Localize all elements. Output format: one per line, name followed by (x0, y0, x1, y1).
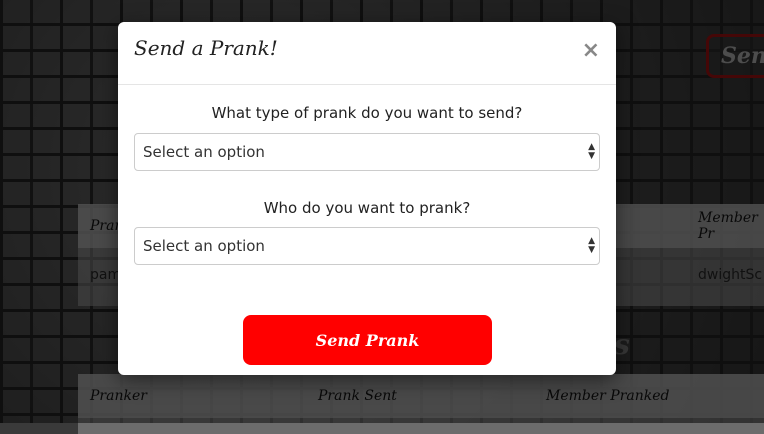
prank-type-select[interactable]: Select an option ▲ ▼ (134, 133, 600, 171)
modal-header: Send a Prank! × (118, 22, 616, 85)
send-prank-button[interactable]: Send Prank (243, 315, 492, 365)
target-selected: Select an option (143, 237, 265, 255)
prank-type-selected: Select an option (143, 143, 265, 161)
close-icon[interactable]: × (582, 38, 600, 63)
select-arrows-icon: ▲ ▼ (588, 236, 595, 255)
modal-title: Send a Prank! (134, 36, 278, 60)
prank-type-label: What type of prank do you want to send? (211, 104, 523, 122)
send-prank-modal: Send a Prank! × What type of prank do yo… (118, 22, 616, 375)
target-select[interactable]: Select an option ▲ ▼ (134, 227, 600, 265)
target-label: Who do you want to prank? (263, 199, 471, 217)
select-arrows-icon: ▲ ▼ (588, 142, 595, 161)
